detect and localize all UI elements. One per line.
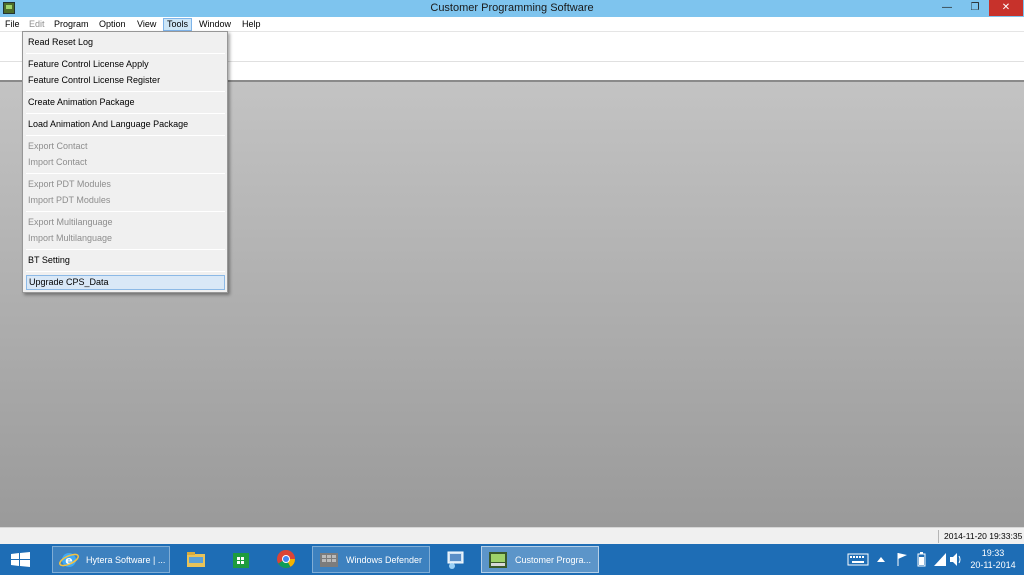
menu-separator: [26, 173, 225, 174]
windows-logo-icon: [11, 552, 30, 567]
keyboard-icon[interactable]: [846, 544, 870, 575]
menu-item-bt-setting[interactable]: BT Setting: [26, 253, 225, 268]
menu-item-export-multilanguage[interactable]: Export Multilanguage: [26, 215, 225, 230]
taskbar-item-network-settings[interactable]: [436, 546, 476, 573]
menu-separator: [26, 211, 225, 212]
taskbar-item-chrome[interactable]: [266, 546, 306, 573]
menu-tools[interactable]: Tools: [163, 18, 193, 31]
clock-time: 19:33: [981, 548, 1005, 558]
battery-icon[interactable]: [914, 544, 928, 575]
show-hidden-icons-icon[interactable]: [875, 544, 887, 575]
network-icon[interactable]: [932, 544, 948, 575]
cps-app-icon: [489, 552, 507, 568]
network-settings-icon: [447, 551, 464, 569]
minimize-button[interactable]: —: [934, 0, 960, 16]
taskbar-item-customer-programming[interactable]: Customer Progra...: [481, 546, 599, 573]
clock-date: 20-11-2014: [970, 560, 1016, 570]
taskbar-item-windows-store[interactable]: [221, 546, 261, 573]
menu-program[interactable]: Program: [51, 18, 92, 31]
menu-bar: File Edit Program Option View Tools Wind…: [0, 17, 1024, 32]
tools-dropdown-menu: Read Reset Log Feature Control License A…: [22, 31, 228, 293]
taskbar-item-label: Customer Progra...: [515, 555, 592, 565]
menu-help[interactable]: Help: [239, 18, 264, 31]
taskbar-item-label: Windows Defender: [346, 555, 423, 565]
file-explorer-icon: [187, 552, 205, 567]
menu-item-load-animation-language-package[interactable]: Load Animation And Language Package: [26, 117, 225, 132]
windows-defender-icon: [320, 553, 338, 567]
window-title: Customer Programming Software: [430, 2, 594, 14]
menu-separator: [26, 113, 225, 114]
restore-button[interactable]: ❐: [962, 0, 988, 16]
desktop-screen: Customer Programming Software — ❐ ✕ File…: [0, 0, 1024, 575]
status-bar: 2014-11-20 19:33:35: [0, 527, 1024, 544]
menu-item-upgrade-cps-data[interactable]: Upgrade CPS_Data: [26, 275, 225, 290]
menu-file[interactable]: File: [2, 18, 23, 31]
start-button[interactable]: [0, 544, 42, 575]
taskbar-item-label: Hytera Software | ...: [86, 555, 166, 565]
taskbar-item-windows-defender[interactable]: Windows Defender: [312, 546, 430, 573]
menu-separator: [26, 271, 225, 272]
title-bar[interactable]: Customer Programming Software — ❐ ✕: [0, 0, 1024, 17]
menu-item-feature-control-license-apply[interactable]: Feature Control License Apply: [26, 57, 225, 72]
menu-window[interactable]: Window: [196, 18, 234, 31]
taskbar: e Hytera Software | ... Windows Defender…: [0, 544, 1024, 575]
menu-separator: [26, 135, 225, 136]
close-button[interactable]: ✕: [989, 0, 1023, 16]
menu-option[interactable]: Option: [96, 18, 129, 31]
chrome-icon: [277, 550, 295, 569]
menu-view[interactable]: View: [134, 18, 159, 31]
status-datetime: 2014-11-20 19:33:35: [938, 530, 1024, 543]
menu-item-create-animation-package[interactable]: Create Animation Package: [26, 95, 225, 110]
menu-item-feature-control-license-register[interactable]: Feature Control License Register: [26, 73, 225, 88]
menu-item-export-contact[interactable]: Export Contact: [26, 139, 225, 154]
menu-item-read-reset-log[interactable]: Read Reset Log: [26, 35, 225, 50]
menu-separator: [26, 91, 225, 92]
taskbar-item-hytera-browser[interactable]: e Hytera Software | ...: [52, 546, 170, 573]
menu-item-import-multilanguage[interactable]: Import Multilanguage: [26, 231, 225, 246]
taskbar-clock[interactable]: 19:33 20-11-2014: [962, 547, 1024, 571]
taskbar-item-file-explorer[interactable]: [176, 546, 216, 573]
menu-edit[interactable]: Edit: [26, 18, 48, 31]
windows-store-icon: [233, 553, 249, 568]
action-center-flag-icon[interactable]: [895, 544, 909, 575]
menu-item-import-contact[interactable]: Import Contact: [26, 155, 225, 170]
menu-item-export-pdt-modules[interactable]: Export PDT Modules: [26, 177, 225, 192]
menu-item-import-pdt-modules[interactable]: Import PDT Modules: [26, 193, 225, 208]
internet-explorer-icon: e: [59, 553, 79, 567]
menu-separator: [26, 53, 225, 54]
menu-separator: [26, 249, 225, 250]
